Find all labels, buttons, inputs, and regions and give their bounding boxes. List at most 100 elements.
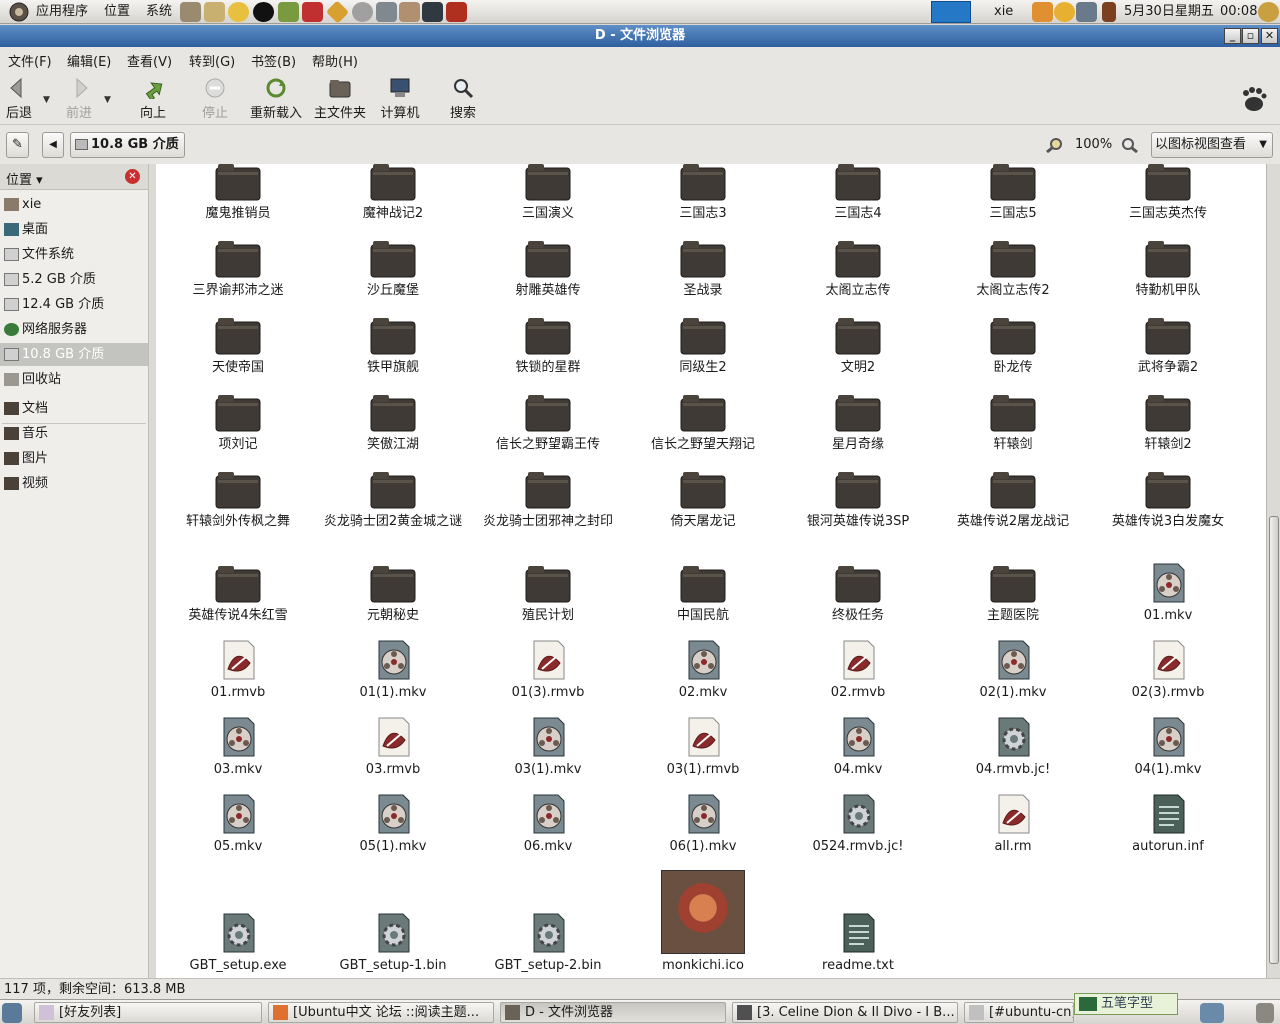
launcher-gimp-icon[interactable] [399,2,420,22]
back-button[interactable]: 后退 [4,75,34,123]
forward-button[interactable]: 前进 [64,75,94,123]
file-item[interactable]: 05.mkv [163,793,313,855]
launcher-terminal-icon[interactable] [253,2,274,22]
file-item[interactable]: readme.txt [783,912,933,974]
folder-item[interactable]: 星月奇缘 [783,391,933,453]
file-item[interactable]: 03.mkv [163,716,313,778]
folder-item[interactable]: 铁甲旗舰 [318,314,468,376]
zoom-in-icon[interactable] [1120,137,1138,153]
sidebar-item[interactable]: 音乐 [0,422,148,445]
folder-item[interactable]: 沙丘魔堡 [318,237,468,299]
forward-history-dropdown[interactable]: ▼ [104,95,111,105]
view-mode-select[interactable]: 以图标视图查看 ▼ [1151,132,1273,158]
folder-item[interactable]: 天使帝国 [163,314,313,376]
workspace-switcher[interactable] [931,1,971,23]
ubuntu-logo-icon[interactable] [8,0,30,24]
menu-bookmarks[interactable]: 书签(B) [251,51,296,70]
folder-item[interactable]: 三界谕邦沛之迷 [163,237,313,299]
launcher-warning-icon[interactable] [325,0,350,24]
sidebar-item[interactable]: 回收站 [0,368,148,391]
folder-item[interactable]: 三国演义 [473,164,623,222]
minimize-button[interactable]: _ [1224,28,1241,44]
folder-item[interactable]: 轩辕剑 [938,391,1088,453]
folder-item[interactable]: 轩辕剑2 [1093,391,1243,453]
file-item[interactable]: 03(1).mkv [473,716,623,778]
file-item[interactable]: 0524.rmvb.jc! [783,793,933,855]
close-window-button[interactable]: ✕ [1261,28,1278,44]
folder-item[interactable]: 魔神战记2 [318,164,468,222]
sidebar-type-select[interactable]: 位置 ▾ [6,169,43,188]
up-button[interactable]: 向上 [137,75,169,123]
vertical-scrollbar[interactable] [1266,164,1280,978]
folder-item[interactable]: 笑傲江湖 [318,391,468,453]
file-item[interactable]: 04(1).mkv [1093,716,1243,778]
show-desktop-icon[interactable] [2,1003,22,1023]
folder-item[interactable]: 元朝秘史 [318,562,468,624]
folder-item[interactable]: 炎龙骑士团2黄金城之谜 [318,468,468,530]
sidebar-item[interactable]: 网络服务器 [0,318,148,341]
folder-item[interactable]: 英雄传说3白发魔女 [1093,468,1243,530]
menu-file[interactable]: 文件(F) [8,51,52,70]
folder-item[interactable]: 信长之野望霸王传 [473,391,623,453]
file-item[interactable]: all.rm [938,793,1088,855]
places-menu[interactable]: 位置 [104,0,130,24]
home-button[interactable]: 主文件夹 [313,75,367,123]
folder-item[interactable]: 中国民航 [628,562,778,624]
stop-button[interactable]: 停止 [200,75,230,123]
clock-time[interactable]: 00:08 [1220,0,1257,24]
folder-item[interactable]: 卧龙传 [938,314,1088,376]
launcher-book-icon[interactable] [278,2,299,22]
launcher-console-icon[interactable] [422,2,443,22]
folder-item[interactable]: 武将争霸2 [1093,314,1243,376]
folder-item[interactable]: 铁锁的星群 [473,314,623,376]
path-scroll-left-button[interactable]: ◀ [42,132,64,158]
file-item[interactable]: 06.mkv [473,793,623,855]
zoom-out-icon[interactable] [1046,137,1064,153]
taskbar-button[interactable]: [3. Celine Dion & Il Divo - I B... [732,1002,958,1023]
power-icon[interactable] [1258,2,1279,22]
sidebar-item[interactable]: 桌面 [0,218,148,241]
scrollbar-thumb[interactable] [1269,516,1279,964]
icon-view[interactable]: 魔鬼推销员 魔神战记2 三国演义 三国志3 三国志4 三国志5 三国志英杰传 三界谕邦沛之迷 沙… [156,164,1266,978]
input-method-indicator[interactable]: 五笔字型 [1074,993,1178,1015]
chat-status-icon[interactable] [1032,2,1053,22]
zoom-level[interactable]: 100% [1075,137,1112,152]
system-menu[interactable]: 系统 [146,0,172,24]
file-item[interactable]: 06(1).mkv [628,793,778,855]
folder-item[interactable]: 同级生2 [628,314,778,376]
file-item[interactable]: 01(3).rmvb [473,639,623,701]
path-button-current[interactable]: 10.8 GB 介质 [70,132,185,158]
folder-item[interactable]: 文明2 [783,314,933,376]
folder-item[interactable]: 殖民计划 [473,562,623,624]
file-item[interactable]: 05(1).mkv [318,793,468,855]
workspace-icon[interactable] [1200,1003,1224,1023]
folder-item[interactable]: 银河英雄传说3SP [783,468,933,530]
user-name[interactable]: xie [994,0,1013,24]
battery-icon[interactable] [1102,2,1116,22]
sidebar-item[interactable]: 12.4 GB 介质 [0,293,148,316]
folder-item[interactable]: 轩辕剑外传枫之舞 [163,468,313,530]
menu-edit[interactable]: 编辑(E) [67,51,111,70]
folder-item[interactable]: 太阁立志传 [783,237,933,299]
clock-date[interactable]: 5月30日星期五 [1124,0,1214,24]
file-item[interactable]: GBT_setup-2.bin [473,912,623,974]
file-item[interactable]: 01.mkv [1093,562,1243,624]
sidebar-item[interactable]: 10.8 GB 介质 [0,343,148,366]
sidebar-item[interactable]: 文档 [0,397,148,420]
reload-button[interactable]: 重新载入 [249,75,303,123]
toggle-location-entry-button[interactable]: ✎ [6,132,29,158]
folder-item[interactable]: 三国志英杰传 [1093,164,1243,222]
folder-item[interactable]: 三国志3 [628,164,778,222]
file-item[interactable]: GBT_setup-1.bin [318,912,468,974]
applications-menu[interactable]: 应用程序 [36,0,88,24]
folder-item[interactable]: 三国志5 [938,164,1088,222]
taskbar-button[interactable]: [好友列表] [34,1002,262,1023]
file-item[interactable]: 03(1).rmvb [628,716,778,778]
folder-item[interactable]: 炎龙骑士团邪神之封印 [473,468,623,530]
taskbar-button[interactable]: [Ubuntu中文 论坛 ::阅读主题... [268,1002,494,1023]
search-button[interactable]: 搜索 [448,75,478,123]
launcher-smiley-icon[interactable] [228,2,249,22]
weather-icon[interactable] [1054,2,1075,22]
folder-item[interactable]: 英雄传说4朱红雪 [163,562,313,624]
back-history-dropdown[interactable]: ▼ [43,95,50,105]
